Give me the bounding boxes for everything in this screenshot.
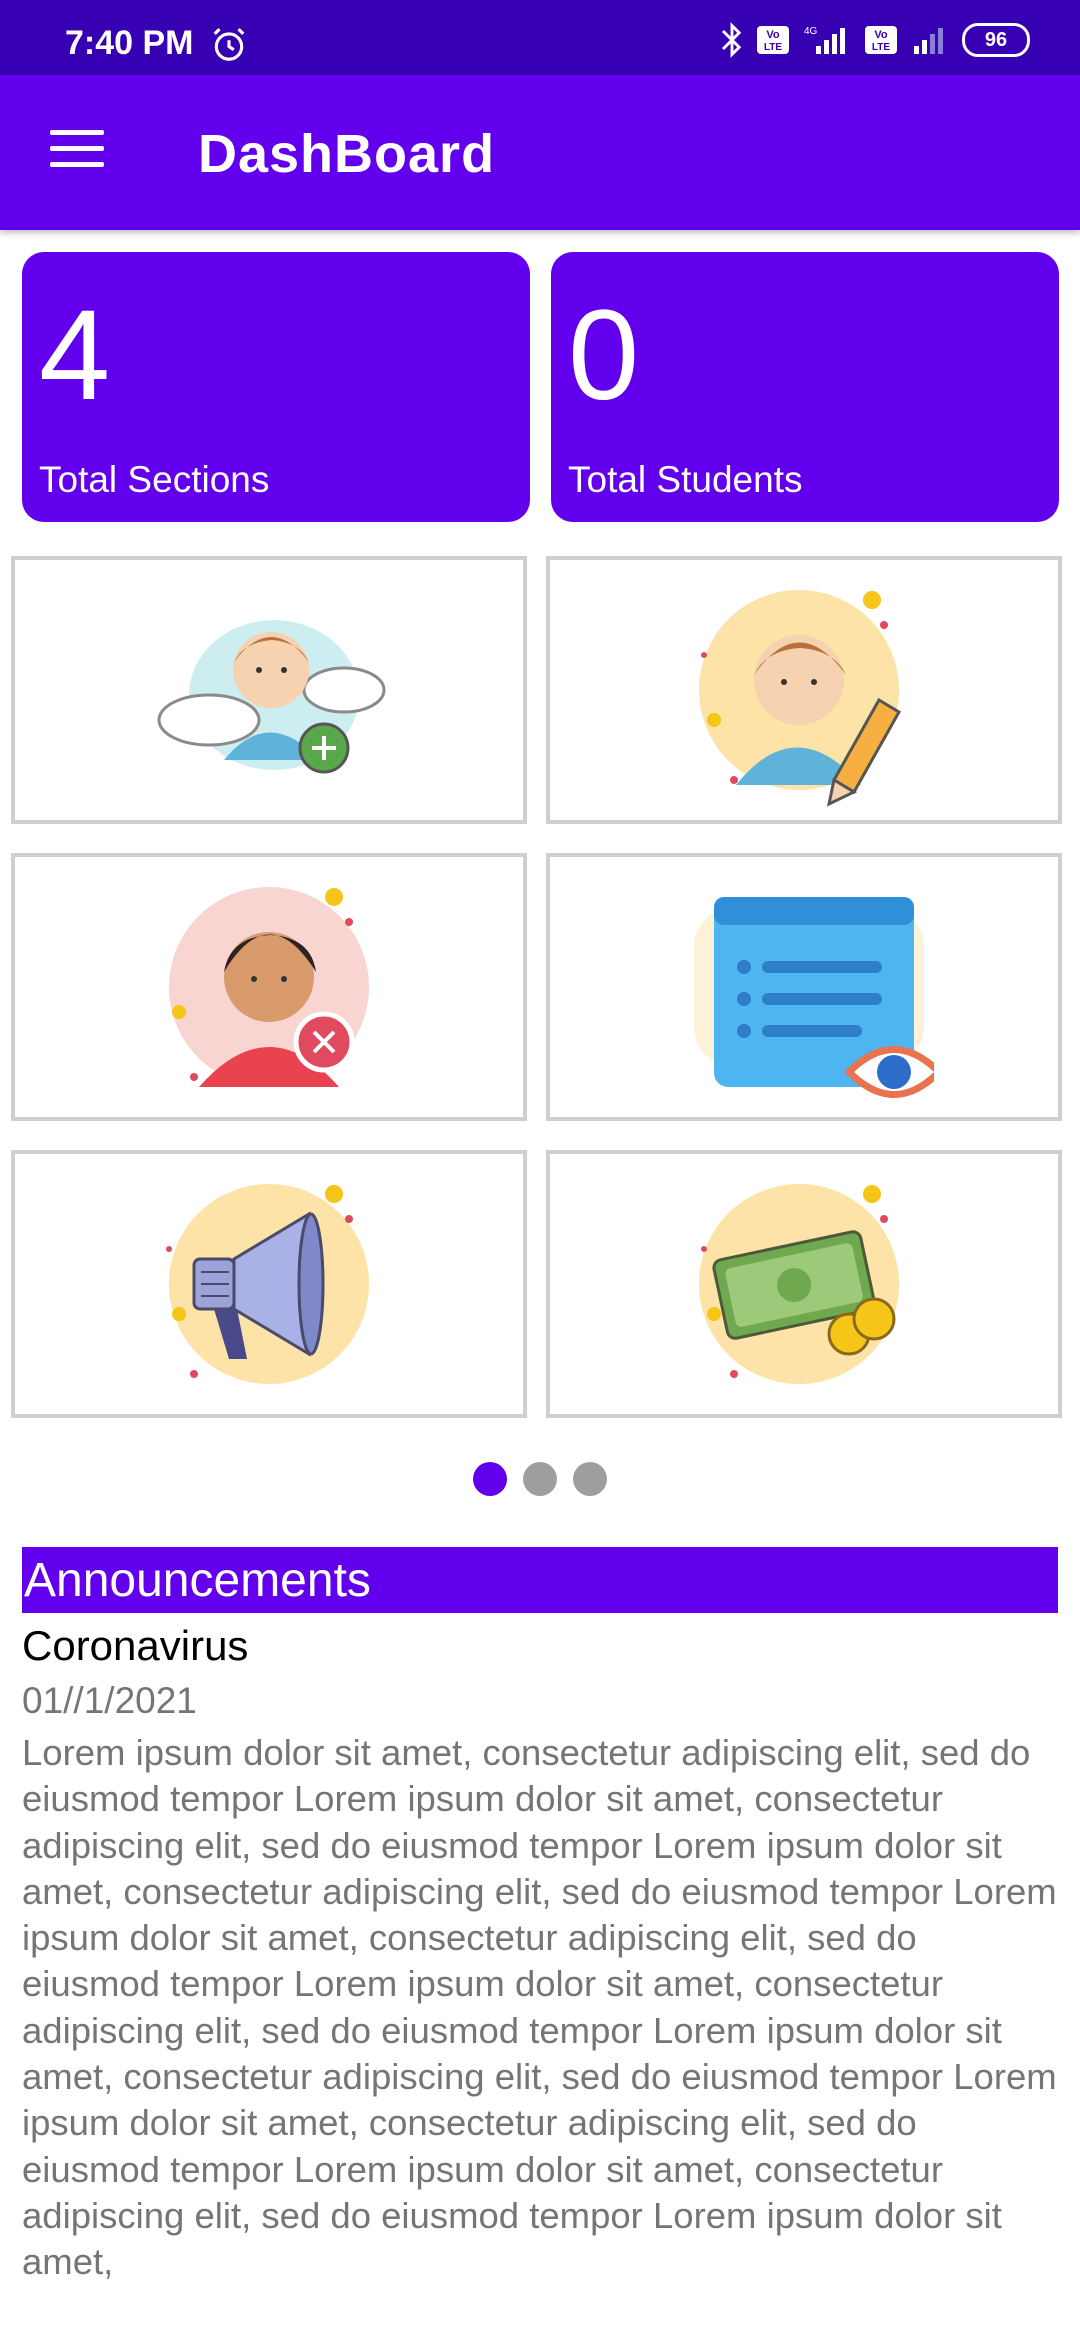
battery-level: 96 bbox=[984, 28, 1008, 51]
pager-dot-2[interactable] bbox=[523, 1462, 557, 1496]
pager-dot-1[interactable] bbox=[473, 1462, 507, 1496]
announcement-megaphone-icon bbox=[166, 1184, 369, 1384]
tile-fees[interactable] bbox=[546, 1150, 1062, 1418]
pager-dot-3[interactable] bbox=[573, 1462, 607, 1496]
alarm-icon bbox=[213, 28, 245, 61]
status-time: 7:40 PM bbox=[65, 24, 194, 62]
tile-edit-student[interactable] bbox=[546, 556, 1062, 824]
svg-text:Vo: Vo bbox=[874, 29, 888, 41]
total-sections-card[interactable]: 4 Total Sections bbox=[22, 252, 530, 522]
battery-indicator: 96 bbox=[962, 23, 1030, 57]
total-students-card[interactable]: 0 Total Students bbox=[551, 252, 1059, 522]
fees-money-icon bbox=[699, 1184, 899, 1384]
signal-4g-icon: 4G bbox=[804, 26, 845, 54]
total-students-value: 0 bbox=[568, 284, 640, 427]
tile-remove-student[interactable] bbox=[11, 853, 527, 1121]
add-student-icon bbox=[157, 620, 386, 774]
volte-icon: VoLTE bbox=[757, 26, 789, 54]
tile-view-details[interactable] bbox=[546, 853, 1062, 1121]
hamburger-menu-icon[interactable] bbox=[50, 130, 104, 174]
svg-text:LTE: LTE bbox=[764, 42, 782, 53]
announcement-body: Lorem ipsum dolor sit amet, consectetur … bbox=[22, 1732, 1057, 2283]
status-bar: 7:40 PM Vo LTE 4G Vo LTE 96 bbox=[0, 0, 1080, 75]
status-icons: Vo LTE 4G Vo LTE 96 bbox=[720, 22, 1030, 58]
announcement-date: 01//1/2021 bbox=[22, 1680, 197, 1721]
total-sections-value: 4 bbox=[39, 284, 111, 427]
signal-icon bbox=[914, 28, 943, 54]
app-bar: DashBoard bbox=[0, 75, 1080, 230]
page-title: DashBoard bbox=[198, 124, 496, 184]
total-students-label: Total Students bbox=[568, 459, 803, 500]
total-sections-label: Total Sections bbox=[39, 459, 270, 500]
announcement-title[interactable]: Coronavirus bbox=[22, 1622, 248, 1670]
svg-text:Vo: Vo bbox=[766, 29, 780, 41]
remove-student-icon bbox=[169, 887, 369, 1087]
svg-text:LTE: LTE bbox=[872, 42, 890, 53]
tile-add-student[interactable] bbox=[11, 556, 527, 824]
edit-student-icon bbox=[699, 590, 902, 807]
tile-announcements[interactable] bbox=[11, 1150, 527, 1418]
view-details-icon bbox=[694, 897, 934, 1098]
volte-icon-2: VoLTE bbox=[865, 26, 897, 54]
announcements-header: Announcements bbox=[22, 1547, 1058, 1613]
svg-text:4G: 4G bbox=[804, 26, 818, 37]
pager-indicator bbox=[0, 1462, 1080, 1496]
bluetooth-icon bbox=[721, 22, 742, 58]
